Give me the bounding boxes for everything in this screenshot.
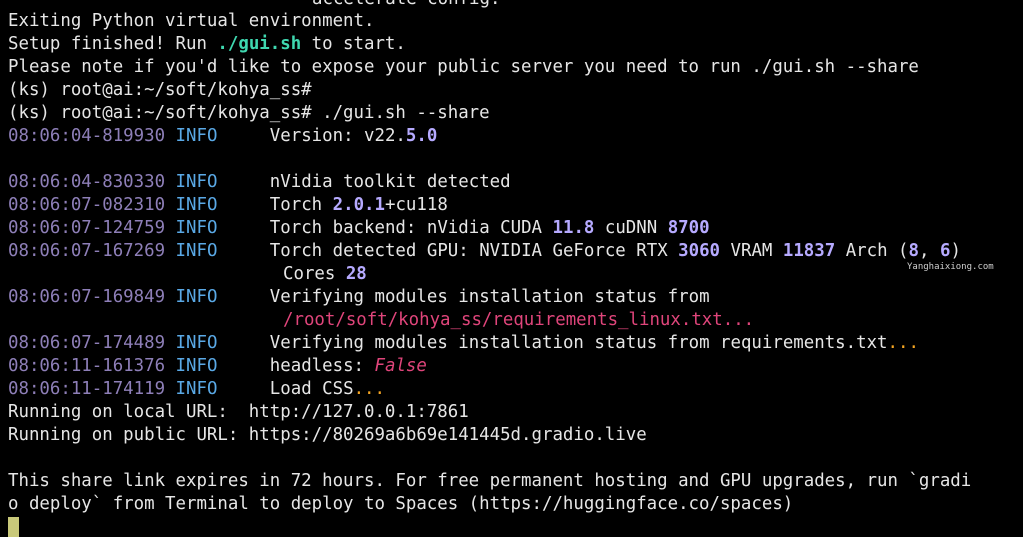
log-path: /root/soft/kohya_ss/requirements_linux.t…	[283, 310, 755, 330]
setup-text-a: Setup finished! Run	[8, 34, 218, 54]
log-number: 3060	[678, 241, 721, 261]
log-message: nVidia toolkit detected	[269, 172, 511, 192]
log-line-headless: 08:06:11-161376 INFO headless: False	[8, 355, 427, 378]
log-message: Torch	[269, 195, 333, 215]
log-level: INFO	[175, 287, 218, 307]
log-number: 5.0	[405, 126, 438, 146]
log-line-gpu: 08:06:07-167269 INFO Torch detected GPU:…	[8, 240, 961, 263]
terminal-line-setup: Setup finished! Run ./gui.sh to start.	[8, 33, 406, 56]
log-timestamp: 08:06:07-124759	[8, 218, 166, 238]
public-url-line[interactable]: Running on public URL: https://80269a6b6…	[8, 424, 647, 447]
log-message-suffix: +cu118	[384, 195, 448, 215]
log-level: INFO	[175, 333, 218, 353]
log-timestamp: 08:06:07-174489	[8, 333, 166, 353]
terminal-prompt-1: (ks) root@ai:~/soft/kohya_ss#	[8, 80, 312, 100]
watermark-text: Yanghaixiong.com	[907, 262, 994, 272]
log-message-mid: cuDNN	[594, 218, 668, 238]
log-message: Verifying modules installation status fr…	[269, 287, 710, 307]
log-line-css: 08:06:11-174119 INFO Load CSS...	[8, 378, 385, 401]
log-ellipsis: ...	[887, 333, 919, 353]
terminal-line-note: Please note if you'd like to expose your…	[8, 57, 919, 77]
log-message: Version: v22.	[269, 126, 406, 146]
log-message: Torch backend: nVidia CUDA	[269, 218, 553, 238]
setup-text-b: to start.	[301, 34, 406, 54]
log-level: INFO	[175, 126, 218, 146]
log-line-backend: 08:06:07-124759 INFO Torch backend: nVid…	[8, 217, 710, 240]
log-level: INFO	[175, 379, 218, 399]
setup-command: ./gui.sh	[217, 34, 302, 54]
log-line-toolkit: 08:06:04-830330 INFO nVidia toolkit dete…	[8, 171, 511, 194]
log-number: 8	[908, 241, 919, 261]
log-timestamp: 08:06:07-167269	[8, 241, 166, 261]
log-level: INFO	[175, 356, 218, 376]
log-number: 6	[939, 241, 951, 261]
log-message-end: )	[950, 241, 961, 261]
log-number: 2.0.1	[332, 195, 385, 215]
log-line-torch: 08:06:07-082310 INFO Torch 2.0.1+cu118	[8, 194, 448, 217]
share-line-1: This share link expires in 72 hours. For…	[8, 471, 972, 491]
terminal-cursor	[8, 517, 19, 537]
log-level: INFO	[175, 172, 218, 192]
log-number: 8700	[667, 218, 710, 238]
log-message: headless:	[269, 356, 375, 376]
log-line-gpu-cores: Cores 28	[283, 263, 367, 286]
local-url-line[interactable]: Running on local URL: http://127.0.0.1:7…	[8, 401, 469, 424]
terminal-line-exiting: Exiting Python virtual environment.	[8, 11, 375, 31]
log-message-mid: ,	[919, 241, 940, 261]
log-timestamp: 08:06:11-174119	[8, 379, 166, 399]
log-line-verify-req: 08:06:07-174489 INFO Verifying modules i…	[8, 332, 919, 355]
share-line-2: o deploy` from Terminal to deploy to Spa…	[8, 494, 794, 514]
log-message-mid: Arch (	[835, 241, 909, 261]
log-message: Cores	[283, 264, 346, 284]
log-message-mid: VRAM	[720, 241, 783, 261]
log-timestamp: 08:06:04-819930	[8, 126, 166, 146]
log-line-version: 08:06:04-819930 INFO Version: v22.5.0	[8, 125, 437, 148]
log-timestamp: 08:06:04-830330	[8, 172, 166, 192]
log-level: INFO	[175, 195, 218, 215]
log-timestamp: 08:06:07-082310	[8, 195, 166, 215]
log-message: Torch detected GPU: NVIDIA GeForce RTX	[269, 241, 679, 261]
terminal-window[interactable]: accelerate config. Exiting Python virtua…	[0, 0, 1023, 537]
cut-line-text: accelerate config.	[8, 0, 500, 9]
log-line-verify-linux: 08:06:07-169849 INFO Verifying modules i…	[8, 286, 710, 309]
log-number: 11837	[782, 241, 836, 261]
log-message: Load CSS	[269, 379, 354, 399]
log-number: 28	[345, 264, 367, 284]
log-level: INFO	[175, 218, 218, 238]
log-message: Verifying modules installation status fr…	[269, 333, 888, 353]
terminal-prompt-2: (ks) root@ai:~/soft/kohya_ss# ./gui.sh -…	[8, 103, 490, 123]
log-level: INFO	[175, 241, 218, 261]
log-timestamp: 08:06:11-161376	[8, 356, 166, 376]
log-ellipsis: ...	[353, 379, 385, 399]
log-boolean: False	[374, 356, 427, 376]
log-number: 11.8	[552, 218, 595, 238]
log-timestamp: 08:06:07-169849	[8, 287, 166, 307]
